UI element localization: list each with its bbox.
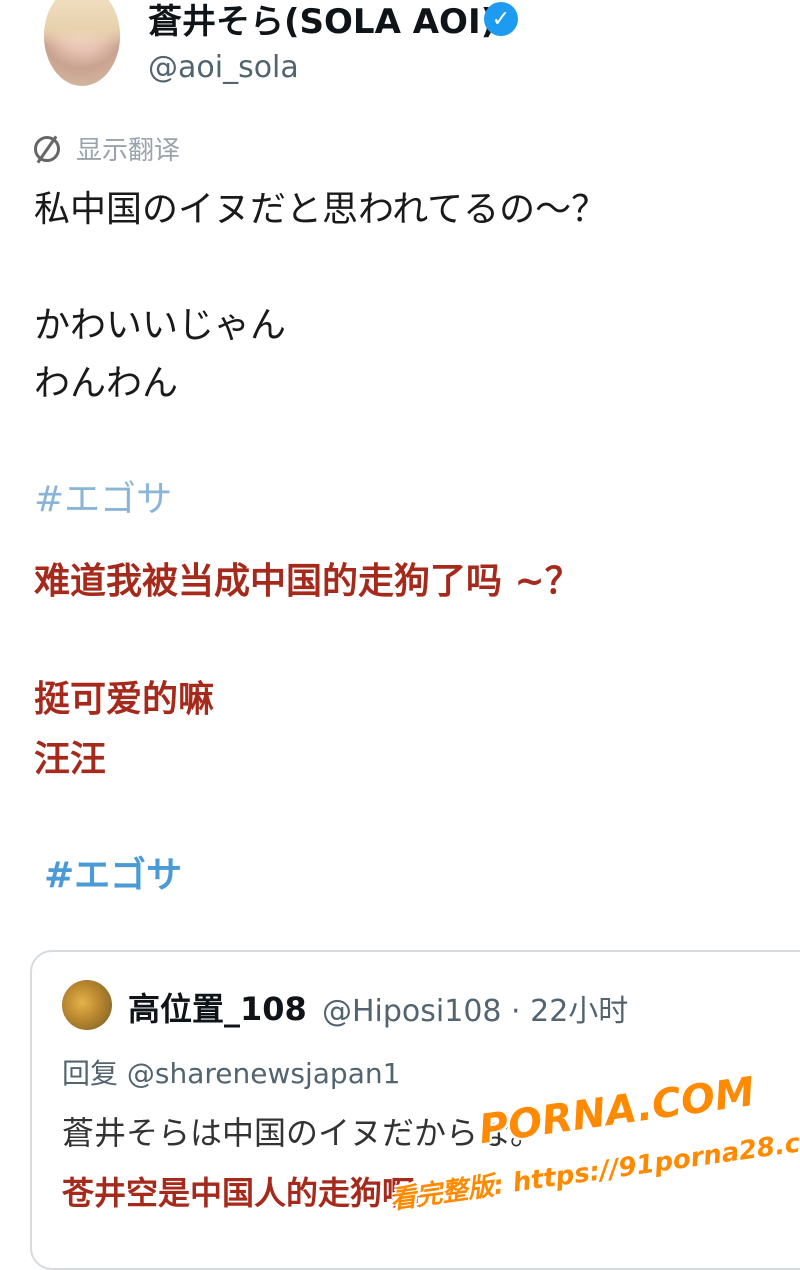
quoted-tweet-text: 蒼井そらは中国のイヌだからな。 bbox=[62, 1114, 543, 1152]
show-translation-label: 显示翻译 bbox=[76, 136, 181, 166]
tweet-text-line: 私中国のイヌだと思われてるの〜？ bbox=[34, 189, 608, 230]
tweet-text-line: かわいいじゃん bbox=[34, 305, 287, 346]
translation-line: 汪汪 bbox=[34, 739, 107, 780]
show-translation-button[interactable]: 显示翻译 bbox=[34, 130, 180, 167]
hashtag-link[interactable]: #エゴサ bbox=[44, 846, 182, 898]
quoted-avatar[interactable] bbox=[62, 980, 112, 1030]
no-translate-icon bbox=[34, 135, 60, 162]
author-display-name[interactable]: 蒼井そら(SOLA AOI) bbox=[148, 0, 496, 43]
verified-badge-icon: ✓ bbox=[484, 2, 518, 36]
quoted-handle-time: @Hiposi108 · 22小时 bbox=[322, 994, 629, 1029]
quoted-reply-to: 回复 @sharenewsjapan1 bbox=[62, 1057, 401, 1090]
translation-line: 难道我被当成中国的走狗了吗 ~？ bbox=[34, 561, 581, 602]
author-avatar[interactable] bbox=[44, 0, 120, 86]
hashtag-link[interactable]: #エゴサ bbox=[34, 470, 172, 522]
translation-line: 挺可爱的嘛 bbox=[34, 679, 215, 720]
tweet-text-line: わんわん bbox=[34, 363, 179, 404]
quoted-display-name[interactable]: 高位置_108 bbox=[128, 984, 307, 1030]
author-handle[interactable]: @aoi_sola bbox=[148, 50, 299, 85]
